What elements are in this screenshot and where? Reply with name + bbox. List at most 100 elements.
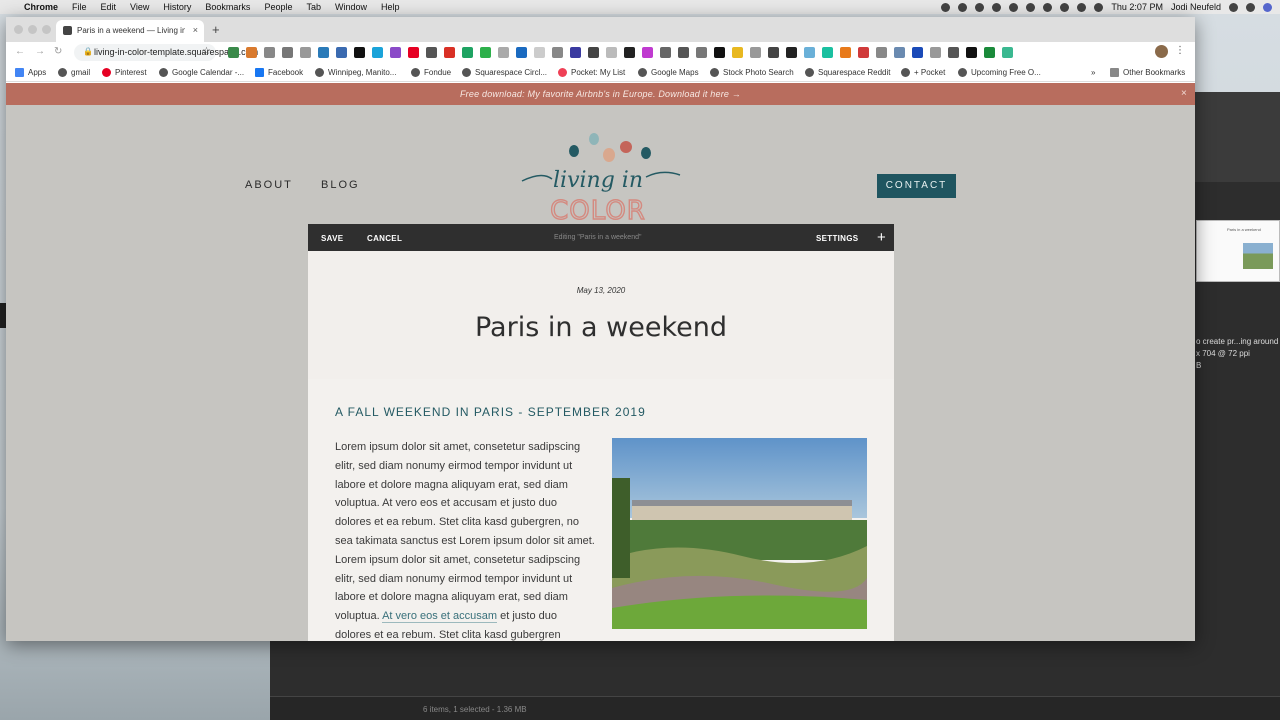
- bookmark-google-calendar[interactable]: Google Calendar -...: [159, 68, 244, 77]
- extension-icon[interactable]: [426, 47, 437, 58]
- bookmark-squarespace-reddit[interactable]: Squarespace Reddit: [805, 68, 891, 77]
- menu-tab[interactable]: Tab: [306, 2, 321, 12]
- forward-arrow-icon[interactable]: →: [35, 46, 45, 57]
- kebab-menu-icon[interactable]: ⋮: [1175, 45, 1185, 56]
- pinterest-icon[interactable]: [408, 47, 419, 58]
- window-minimize-button[interactable]: [28, 25, 37, 34]
- menu-help[interactable]: Help: [381, 2, 400, 12]
- bookmark-star-icon[interactable]: ☆: [202, 46, 211, 57]
- bookmark-gmail[interactable]: gmail: [58, 68, 90, 77]
- tab-close-icon[interactable]: ×: [193, 25, 198, 35]
- extension-icon[interactable]: [516, 47, 527, 58]
- extension-icon[interactable]: [768, 47, 779, 58]
- add-block-button[interactable]: +: [877, 229, 886, 246]
- extension-icon[interactable]: [840, 47, 851, 58]
- menu-window[interactable]: Window: [335, 2, 367, 12]
- post-image[interactable]: [612, 438, 867, 629]
- browser-tab-active[interactable]: Paris in a weekend — Living in Color ×: [56, 20, 204, 42]
- extension-icon[interactable]: [804, 47, 815, 58]
- airplay-icon[interactable]: [1043, 2, 1053, 12]
- address-bar[interactable]: 🔒 living-in-color-template.squarespace.c…: [74, 44, 258, 61]
- bookmark-pocket[interactable]: Pocket: My List: [558, 68, 625, 77]
- nav-about[interactable]: ABOUT: [245, 179, 293, 191]
- time-machine-icon[interactable]: [1060, 2, 1070, 12]
- extension-icon[interactable]: [678, 47, 689, 58]
- bookmark-upcoming-free[interactable]: Upcoming Free O...: [958, 68, 1041, 77]
- menu-view[interactable]: View: [130, 2, 149, 12]
- siri-icon[interactable]: [1263, 2, 1272, 12]
- window-zoom-button[interactable]: [42, 25, 51, 34]
- extension-icon[interactable]: [246, 47, 257, 58]
- bookmark-winnipeg[interactable]: Winnipeg, Manito...: [315, 68, 396, 77]
- bookmark-fondue[interactable]: Fondue: [411, 68, 451, 77]
- announcement-banner[interactable]: Free download: My favorite Airbnb's in E…: [6, 83, 1195, 105]
- extension-icon[interactable]: [1002, 47, 1013, 58]
- nav-blog[interactable]: BLOG: [321, 179, 360, 191]
- evernote-icon[interactable]: [480, 47, 491, 58]
- extension-icon[interactable]: [714, 47, 725, 58]
- status-icon[interactable]: [958, 2, 968, 12]
- settings-button[interactable]: SETTINGS: [816, 234, 858, 243]
- paragraph-link[interactable]: At vero eos et accusam: [382, 610, 498, 624]
- extension-icon[interactable]: [624, 47, 635, 58]
- menu-app-name[interactable]: Chrome: [24, 2, 58, 12]
- body-paragraph[interactable]: Lorem ipsum dolor sit amet, consetetur s…: [335, 438, 595, 641]
- extension-icon[interactable]: [534, 47, 545, 58]
- bookmark-google-maps[interactable]: Google Maps: [638, 68, 699, 77]
- bookmark-stock-photo[interactable]: Stock Photo Search: [710, 68, 794, 77]
- save-button[interactable]: SAVE: [321, 234, 343, 243]
- bookmark-pinterest[interactable]: Pinterest: [102, 68, 147, 77]
- extension-icon[interactable]: [228, 47, 239, 58]
- background-thumbnail[interactable]: Paris in a weekend: [1196, 220, 1280, 282]
- extension-icon[interactable]: [336, 47, 347, 58]
- extension-icon[interactable]: [606, 47, 617, 58]
- extension-icon[interactable]: [390, 47, 401, 58]
- control-center-icon[interactable]: [1246, 2, 1255, 12]
- menu-file[interactable]: File: [72, 2, 87, 12]
- extension-icon[interactable]: [822, 47, 833, 58]
- banner-close-icon[interactable]: ×: [1181, 83, 1187, 105]
- extension-icon[interactable]: [930, 47, 941, 58]
- site-logo[interactable]: living in COLOR: [512, 131, 682, 223]
- status-icon[interactable]: [941, 2, 951, 12]
- status-icon[interactable]: [992, 2, 1002, 12]
- extension-icon[interactable]: [570, 47, 581, 58]
- wifi-icon[interactable]: [1094, 2, 1104, 12]
- menubar-user[interactable]: Jodi Neufeld: [1171, 2, 1221, 12]
- menubar-clock[interactable]: Thu 2:07 PM: [1111, 2, 1163, 12]
- extension-icon[interactable]: [642, 47, 653, 58]
- status-icon[interactable]: [1026, 2, 1036, 12]
- cancel-button[interactable]: CANCEL: [367, 234, 402, 243]
- bookmark-squarespace-circle[interactable]: Squarespace Circl...: [462, 68, 547, 77]
- extension-icon[interactable]: [462, 47, 473, 58]
- extension-icon[interactable]: [282, 47, 293, 58]
- extension-icon[interactable]: [444, 47, 455, 58]
- section-heading[interactable]: A FALL WEEKEND IN PARIS - SEPTEMBER 2019: [335, 405, 646, 419]
- post-title[interactable]: Paris in a weekend: [308, 312, 894, 343]
- extension-icon[interactable]: [858, 47, 869, 58]
- extension-icon[interactable]: [984, 47, 995, 58]
- extension-icon[interactable]: [732, 47, 743, 58]
- bookmark-apps[interactable]: Apps: [15, 68, 46, 77]
- extension-icon[interactable]: [876, 47, 887, 58]
- extension-icon[interactable]: [966, 47, 977, 58]
- window-close-button[interactable]: [14, 25, 23, 34]
- volume-icon[interactable]: [1077, 2, 1087, 12]
- spotlight-icon[interactable]: [1229, 2, 1238, 12]
- menu-people[interactable]: People: [264, 2, 292, 12]
- extension-icon[interactable]: [750, 47, 761, 58]
- extension-icon[interactable]: [696, 47, 707, 58]
- menu-bookmarks[interactable]: Bookmarks: [205, 2, 250, 12]
- bookmark-add-pocket[interactable]: + Pocket: [901, 68, 945, 77]
- cloud-icon[interactable]: [975, 2, 985, 12]
- extension-icon[interactable]: [372, 47, 383, 58]
- profile-avatar[interactable]: [1155, 45, 1168, 58]
- extension-icon[interactable]: [912, 47, 923, 58]
- extension-icon[interactable]: [552, 47, 563, 58]
- extension-icon[interactable]: [894, 47, 905, 58]
- extension-icon[interactable]: [354, 47, 365, 58]
- extension-icon[interactable]: [588, 47, 599, 58]
- contact-button[interactable]: CONTACT: [877, 174, 956, 198]
- extension-icon[interactable]: [948, 47, 959, 58]
- extension-icon[interactable]: [786, 47, 797, 58]
